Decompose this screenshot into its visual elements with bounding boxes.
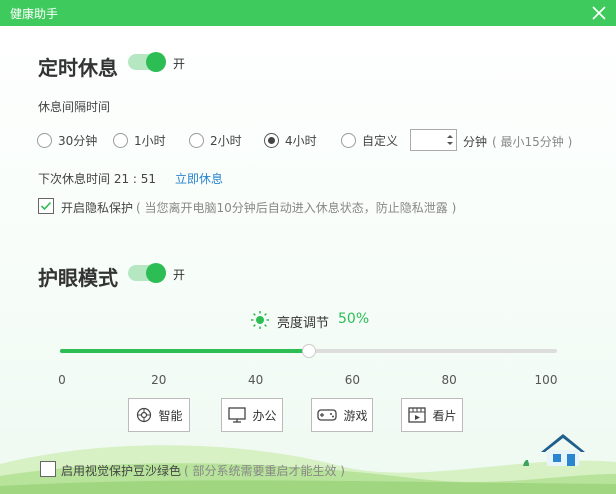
scale-tick-label: 80: [441, 373, 457, 387]
radio-circle: [189, 133, 204, 148]
radio-label: 30分钟: [58, 134, 98, 148]
close-icon: [592, 6, 606, 20]
mode-label: 看片: [432, 408, 457, 423]
eye-toggle[interactable]: [128, 263, 166, 283]
scale-tick-label: 60: [344, 373, 361, 387]
brightness-label: 亮度调节: [277, 316, 330, 331]
scale-tick-label: 100: [534, 373, 558, 387]
film-icon: [408, 407, 427, 423]
radio-circle: [113, 133, 128, 148]
eye-toggle-label: 开: [173, 268, 186, 282]
brightness-slider-thumb[interactable]: [301, 344, 316, 358]
next-rest-time: 下次休息时间 21 : 51: [38, 172, 157, 186]
sun-icon: [251, 311, 269, 329]
privacy-checkbox[interactable]: [38, 198, 54, 214]
radio-4hour[interactable]: 4小时: [264, 132, 317, 149]
monitor-icon: [228, 407, 247, 423]
rest-toggle-label: 开: [173, 57, 186, 71]
radio-label: 2小时: [210, 134, 242, 148]
scale-tick-label: 0: [58, 373, 66, 387]
rest-section-title: 定时休息: [38, 56, 118, 80]
radio-label: 1小时: [134, 134, 166, 148]
spin-arrows-icon: [447, 135, 453, 145]
mode-label: 游戏: [343, 408, 368, 423]
radio-circle-checked: [264, 133, 279, 148]
green-mode-label: 启用视觉保护豆沙绿色: [61, 464, 182, 478]
rest-toggle[interactable]: [128, 52, 166, 72]
window-title: 健康助手: [10, 7, 59, 21]
radio-2hour[interactable]: 2小时: [189, 132, 242, 149]
eye-section-title: 护眼模式: [38, 266, 118, 290]
interval-label: 休息间隔时间: [38, 100, 111, 114]
radio-circle: [37, 133, 52, 148]
green-mode-hint: ( 部分系统需要重启才能生效 ): [184, 464, 345, 478]
radio-circle: [341, 133, 356, 148]
brightness-slider-fill: [60, 349, 309, 353]
brightness-value: 50%: [338, 311, 370, 327]
rest-now-link[interactable]: 立即休息: [175, 170, 223, 187]
brightness-slider[interactable]: [60, 344, 557, 358]
scale-tick-label: 20: [151, 373, 167, 387]
gamepad-icon: [317, 409, 338, 421]
radio-1hour[interactable]: 1小时: [113, 132, 166, 149]
health-assistant-window: 健康助手 定时休息 开 休息间隔时间 30分钟 1小时 2小时 4小时 自定义 …: [0, 0, 616, 494]
house-icon: [523, 434, 585, 466]
radio-label: 4小时: [285, 134, 317, 148]
close-button[interactable]: [588, 2, 610, 24]
privacy-label: 开启隐私保护: [61, 201, 134, 215]
minutes-label: 分钟: [463, 135, 488, 149]
checkmark-icon: [40, 201, 52, 211]
scale-tick-label: 40: [247, 373, 264, 387]
green-mode-checkbox[interactable]: [40, 461, 56, 477]
radio-custom[interactable]: 自定义: [341, 132, 398, 149]
radio-label: 自定义: [362, 134, 399, 148]
radio-30min[interactable]: 30分钟: [37, 132, 97, 149]
custom-minutes-spinbox[interactable]: [410, 129, 457, 151]
minutes-hint: ( 最小15分钟 ): [492, 135, 573, 149]
mode-label: 办公: [252, 408, 277, 423]
brain-icon: [137, 407, 152, 423]
privacy-hint: ( 当您离开电脑10分钟后自动进入休息状态，防止隐私泄露 ): [136, 201, 457, 215]
mode-label: 智能: [158, 408, 183, 423]
title-bar: 健康助手: [0, 0, 616, 26]
